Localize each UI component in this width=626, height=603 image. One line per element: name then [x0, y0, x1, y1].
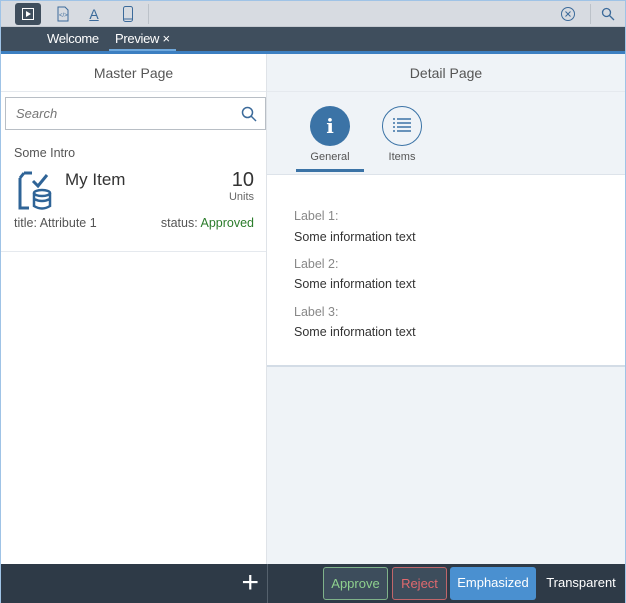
tab-general[interactable]: i General — [296, 104, 364, 172]
field-label: Label 1: — [294, 209, 339, 223]
transparent-button[interactable]: Transparent — [541, 567, 621, 600]
divider — [590, 4, 591, 24]
tab-bar: Welcome Preview × — [1, 27, 625, 51]
info-icon: i — [310, 106, 350, 146]
item-unit: Units — [228, 191, 254, 203]
item-intro: Some Intro — [14, 146, 76, 160]
tab-items[interactable]: Items — [368, 104, 436, 172]
field-value: Some information text — [294, 277, 416, 291]
close-circle-icon[interactable] — [555, 3, 581, 25]
search-input[interactable] — [6, 98, 226, 129]
item-number: 10 — [231, 169, 254, 191]
search-icon[interactable] — [595, 3, 621, 25]
tab-label: General — [310, 151, 350, 163]
emphasized-button[interactable]: Emphasized — [450, 567, 536, 600]
reject-button[interactable]: Reject — [392, 567, 447, 600]
list-icon — [382, 106, 422, 146]
list-item[interactable]: Some Intro My Item 10 Units title: Attri… — [1, 133, 266, 252]
item-status: status: Approved — [161, 216, 254, 230]
master-page: Master Page Some Intro My Item 10 Units … — [1, 54, 267, 564]
status-label: status: — [160, 216, 198, 230]
svg-text:</>: </> — [59, 13, 68, 19]
code-file-icon[interactable]: </> — [49, 3, 75, 25]
divider — [148, 4, 149, 24]
detail-page: Detail Page i General Items Label 1: Som… — [267, 54, 625, 564]
add-button[interactable]: + — [241, 566, 259, 600]
field-label: Label 3: — [294, 305, 339, 319]
master-title: Master Page — [1, 54, 266, 92]
tab-welcome[interactable]: Welcome — [47, 27, 99, 51]
tab-preview[interactable]: Preview × — [109, 27, 176, 51]
item-title: My Item — [65, 170, 126, 189]
toolbar: </> A — [1, 1, 625, 27]
text-format-icon[interactable]: A — [81, 3, 107, 25]
approve-button[interactable]: Approve — [323, 567, 388, 600]
run-icon[interactable] — [15, 3, 41, 25]
detail-title: Detail Page — [267, 54, 625, 92]
form: Label 1: Some information text Label 2: … — [267, 174, 625, 367]
product-database-icon — [18, 171, 52, 210]
search-icon[interactable] — [241, 106, 257, 122]
status-value: Approved — [200, 216, 254, 230]
mobile-icon[interactable] — [115, 3, 141, 25]
field-label: Label 2: — [294, 257, 339, 271]
search-field[interactable] — [5, 97, 266, 130]
close-tab-icon[interactable]: × — [162, 31, 170, 46]
field-value: Some information text — [294, 325, 416, 339]
item-attribute: title: Attribute 1 — [14, 216, 97, 230]
tab-label: Items — [388, 151, 416, 163]
master-footer: + — [1, 564, 267, 603]
field-value: Some information text — [294, 230, 416, 244]
tab-label: Preview — [115, 31, 160, 46]
